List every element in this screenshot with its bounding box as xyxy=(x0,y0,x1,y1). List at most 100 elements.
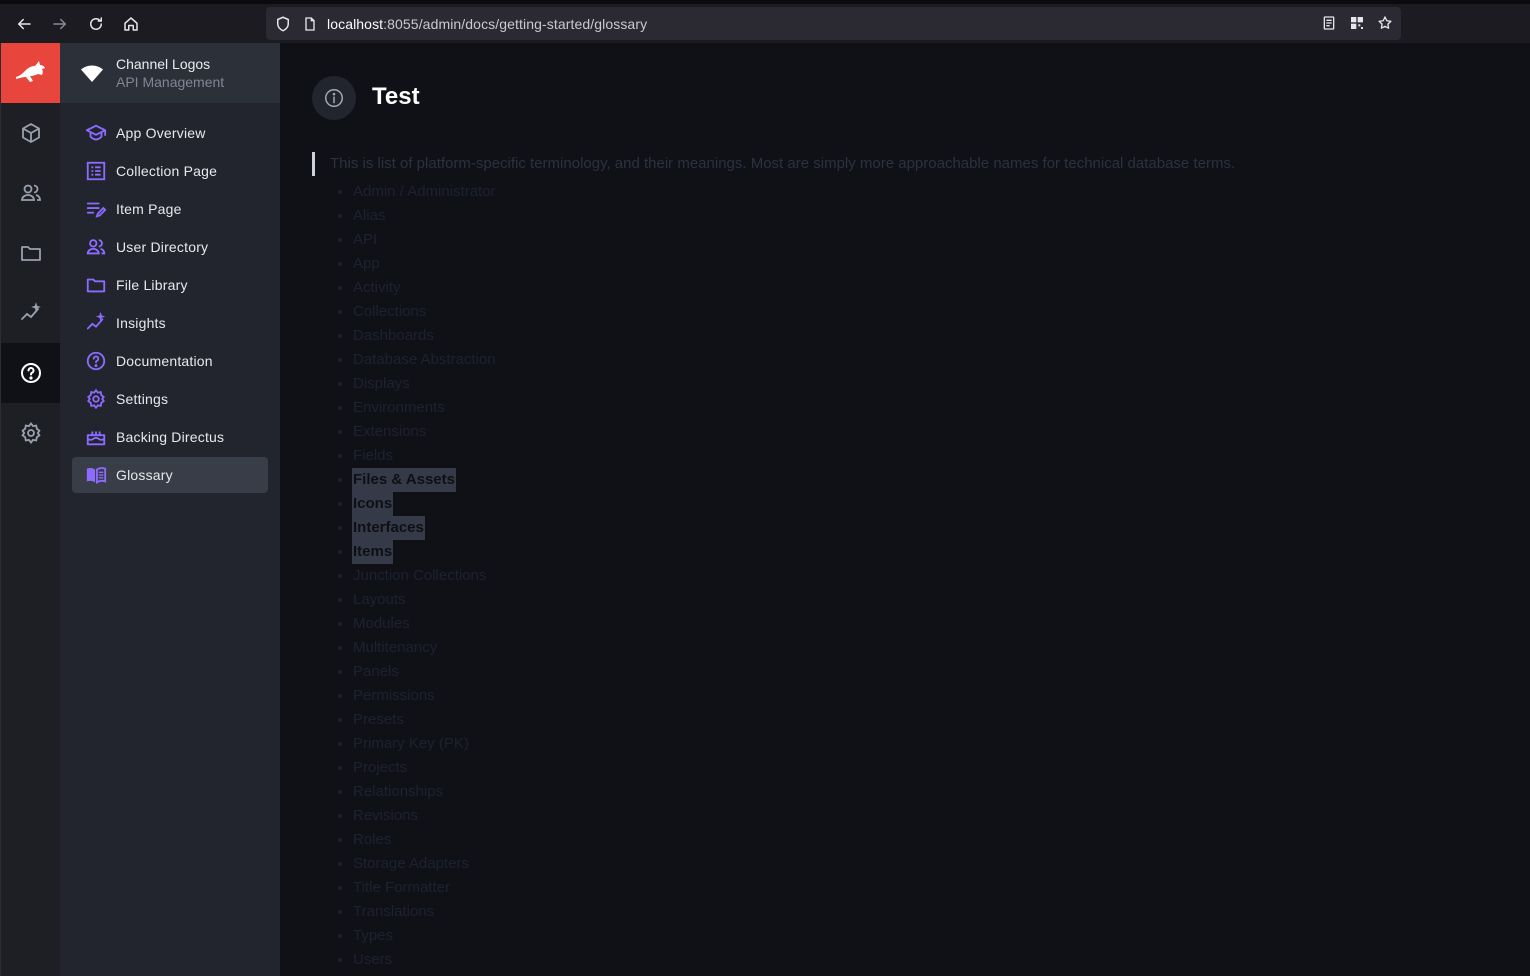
bullet-icon xyxy=(338,814,342,818)
bullet-icon xyxy=(338,574,342,578)
glossary-intro: This is list of platform-specific termin… xyxy=(312,152,1235,176)
glossary-term-item[interactable]: Roles xyxy=(338,828,497,852)
glossary-term-item[interactable]: Projects xyxy=(338,756,497,780)
glossary-term-item[interactable]: Items xyxy=(338,540,497,564)
url-text[interactable]: localhost:8055/admin/docs/getting-starte… xyxy=(327,16,647,32)
bullet-icon xyxy=(338,718,342,722)
glossary-term-label: Icons xyxy=(352,492,394,516)
module-insights[interactable] xyxy=(1,283,61,343)
glossary-term-item[interactable]: Junction Collections xyxy=(338,564,497,588)
bullet-icon xyxy=(338,742,342,746)
edit-note-icon xyxy=(84,197,108,221)
project-header[interactable]: Channel Logos API Management xyxy=(60,43,280,103)
nav-item-user-directory[interactable]: User Directory xyxy=(72,229,268,265)
glossary-term-item[interactable]: Collections xyxy=(338,300,497,324)
glossary-term-item[interactable]: Admin / Administrator xyxy=(338,180,497,204)
directus-logo[interactable] xyxy=(1,43,61,103)
glossary-term-item[interactable]: Fields xyxy=(338,444,497,468)
glossary-term-item[interactable]: API xyxy=(338,228,497,252)
glossary-term-item[interactable]: Translations xyxy=(338,900,497,924)
folder-icon xyxy=(21,246,41,261)
nav-item-documentation[interactable]: Documentation xyxy=(72,343,268,379)
glossary-term-label: Storage Adapters xyxy=(353,855,469,872)
nav-item-file-library[interactable]: File Library xyxy=(72,267,268,303)
glossary-term-item[interactable]: Activity xyxy=(338,276,497,300)
nav-label: File Library xyxy=(116,277,188,293)
module-settings[interactable] xyxy=(1,403,61,463)
glossary-term-item[interactable]: Alias xyxy=(338,204,497,228)
nav-item-insights[interactable]: Insights xyxy=(72,305,268,341)
glossary-term-item[interactable]: Displays xyxy=(338,372,497,396)
url-path: :8055/admin/docs/getting-started/glossar… xyxy=(383,15,648,32)
reader-view-icon[interactable] xyxy=(1319,13,1339,33)
glossary-term-item[interactable]: Files & Assets xyxy=(338,468,497,492)
glossary-term-item[interactable]: Environments xyxy=(338,396,497,420)
module-files[interactable] xyxy=(1,223,61,283)
bullet-icon xyxy=(338,310,342,314)
glossary-term-item[interactable]: Storage Adapters xyxy=(338,852,497,876)
nav-item-backing-directus[interactable]: Backing Directus xyxy=(72,419,268,455)
glossary-term-label: Roles xyxy=(353,831,392,848)
nav-item-glossary[interactable]: Glossary xyxy=(72,457,268,493)
nav-label: Collection Page xyxy=(116,163,218,179)
bullet-icon xyxy=(338,550,342,554)
glossary-term-label: Items xyxy=(352,540,394,564)
nav-item-collection-page[interactable]: Collection Page xyxy=(72,153,268,189)
navigation-sidebar: Channel Logos API Management App Overvie… xyxy=(60,43,280,976)
project-name: Channel Logos xyxy=(116,56,211,72)
shield-icon[interactable] xyxy=(274,15,292,33)
glossary-term-label: Title Formatter xyxy=(353,879,450,896)
bullet-icon xyxy=(338,790,342,794)
glossary-term-item[interactable]: App xyxy=(338,252,497,276)
glossary-term-label: Translations xyxy=(353,903,435,920)
module-users[interactable] xyxy=(1,163,61,223)
glossary-term-label: Displays xyxy=(353,375,410,392)
glossary-term-item[interactable]: Revisions xyxy=(338,804,497,828)
glossary-term-item[interactable]: Dashboards xyxy=(338,324,497,348)
nav-item-item-page[interactable]: Item Page xyxy=(72,191,268,227)
glossary-term-item[interactable]: Users xyxy=(338,948,497,972)
bullet-icon xyxy=(338,766,342,770)
url-bar[interactable]: localhost:8055/admin/docs/getting-starte… xyxy=(266,7,1401,40)
glossary-term-item[interactable]: Presets xyxy=(338,708,497,732)
wifi-icon xyxy=(80,61,104,85)
home-button[interactable] xyxy=(117,10,145,38)
glossary-term-label: Users xyxy=(353,951,393,968)
glossary-term-item[interactable]: Title Formatter xyxy=(338,876,497,900)
glossary-term-item[interactable]: Relationships xyxy=(338,780,497,804)
glossary-term-item[interactable]: Interfaces xyxy=(338,516,497,540)
bullet-icon xyxy=(338,862,342,866)
settings-icon xyxy=(21,422,41,444)
cake-icon xyxy=(84,425,108,449)
glossary-term-item[interactable]: Layouts xyxy=(338,588,497,612)
module-docs[interactable] xyxy=(1,343,61,403)
nav-label: Item Page xyxy=(116,201,182,217)
browser-toolbar: localhost:8055/admin/docs/getting-starte… xyxy=(0,0,1530,43)
reload-button[interactable] xyxy=(82,10,110,38)
glossary-term-item[interactable]: Icons xyxy=(338,492,497,516)
nav-item-settings[interactable]: Settings xyxy=(72,381,268,417)
glossary-term-item[interactable]: Types xyxy=(338,924,497,948)
qr-code-icon[interactable] xyxy=(1347,13,1367,33)
glossary-term-item[interactable]: Permissions xyxy=(338,684,497,708)
module-content[interactable] xyxy=(1,103,61,163)
bookmark-star-icon[interactable] xyxy=(1375,13,1395,33)
glossary-term-item[interactable]: Multitenancy xyxy=(338,636,497,660)
glossary-term-item[interactable]: Primary Key (PK) xyxy=(338,732,497,756)
nav-label: App Overview xyxy=(116,125,206,141)
glossary-term-item[interactable]: Database Abstraction xyxy=(338,348,497,372)
glossary-term-item[interactable]: Extensions xyxy=(338,420,497,444)
glossary-term-item[interactable]: Modules xyxy=(338,612,497,636)
project-subtitle: API Management xyxy=(116,74,225,90)
bullet-icon xyxy=(338,406,342,410)
forward-button[interactable] xyxy=(46,10,74,38)
glossary-term-list: Admin / Administrator Alias API App Activity… xyxy=(338,180,497,972)
nav-item-app-overview[interactable]: App Overview xyxy=(72,115,268,151)
book-icon xyxy=(84,463,108,487)
glossary-term-item[interactable]: Panels xyxy=(338,660,497,684)
school-icon xyxy=(84,121,108,145)
bullet-icon xyxy=(338,214,342,218)
bullet-icon xyxy=(338,934,342,938)
glossary-term-label: Alias xyxy=(353,207,386,224)
back-button[interactable] xyxy=(10,10,38,38)
